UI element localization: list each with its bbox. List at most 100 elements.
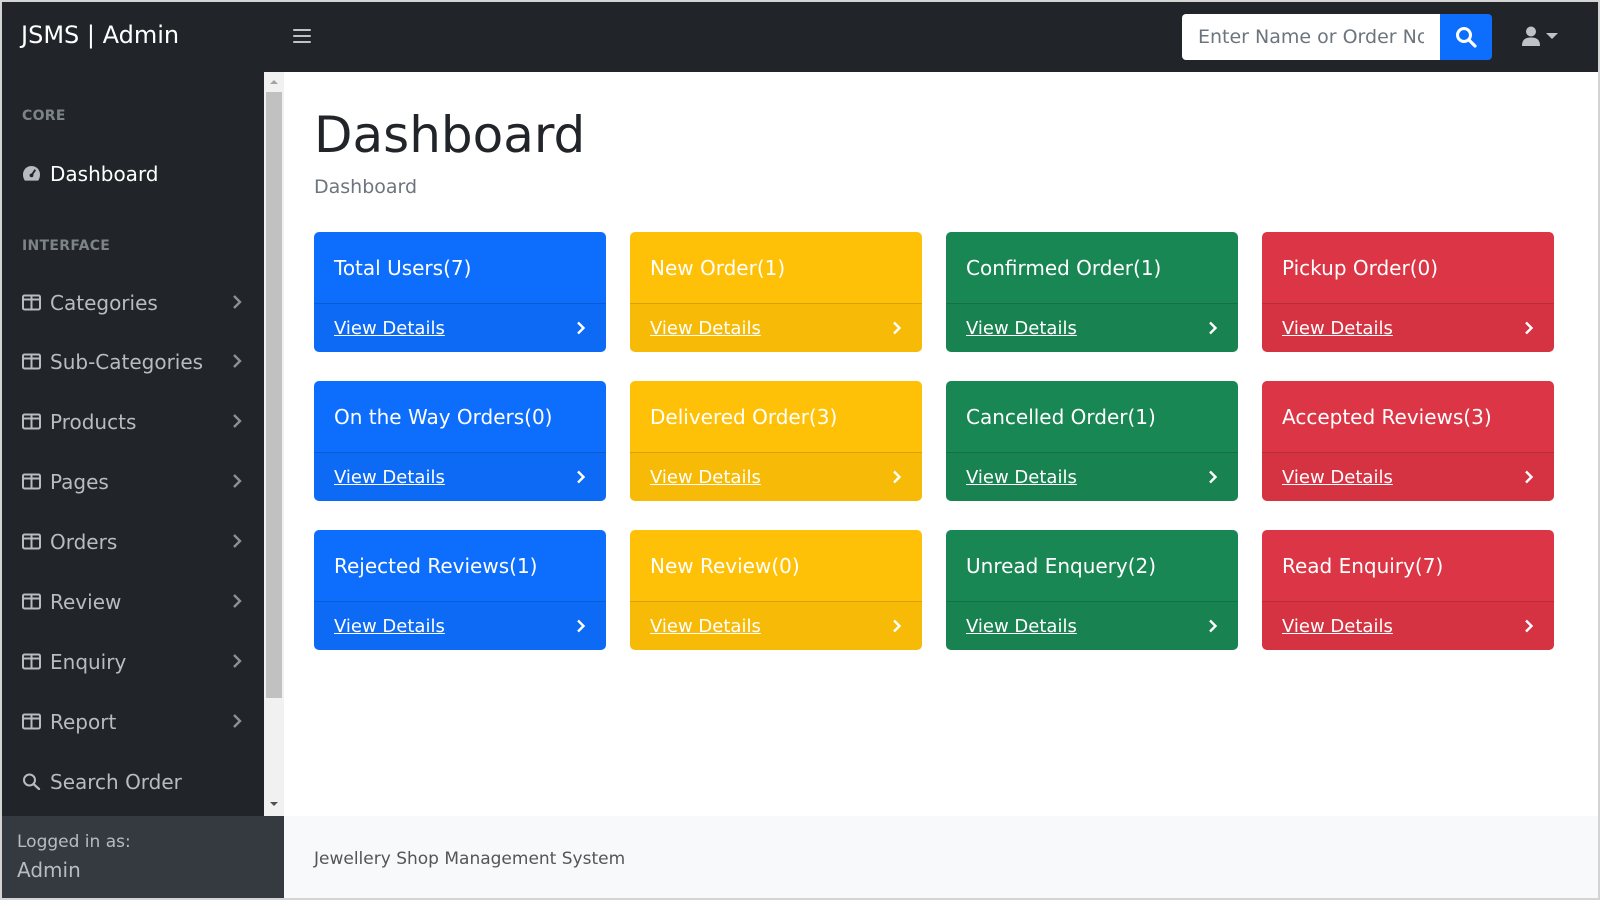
- angle-right-icon[interactable]: [1524, 321, 1534, 335]
- card-new-order: New Order(1) View Details: [630, 232, 922, 352]
- card-title: Accepted Reviews(3): [1282, 404, 1492, 429]
- top-navbar: JSMS | Admin: [2, 2, 1598, 72]
- angle-right-icon[interactable]: [1524, 470, 1534, 484]
- scrollbar-thumb[interactable]: [266, 92, 282, 698]
- view-details-link[interactable]: View Details: [1282, 467, 1393, 488]
- sidebar-scrollbar[interactable]: [264, 72, 284, 816]
- tachometer-icon: [23, 165, 40, 181]
- card-unread-enquery: Unread Enquery(2) View Details: [946, 530, 1238, 650]
- search-input[interactable]: [1182, 14, 1440, 60]
- breadcrumb: Dashboard: [314, 176, 418, 198]
- sidebar-item-enquiry[interactable]: Enquiry: [2, 640, 264, 684]
- sidebar-item-label: Dashboard: [50, 162, 159, 186]
- footer-text: Jewellery Shop Management System: [314, 849, 626, 869]
- card-title: Total Users(7): [334, 255, 472, 280]
- scroll-down-arrow-icon[interactable]: [268, 798, 280, 810]
- sidebar-item-label: Search Order: [50, 770, 182, 794]
- view-details-link[interactable]: View Details: [966, 467, 1077, 488]
- page-footer: Jewellery Shop Management System: [284, 816, 1598, 898]
- view-details-link[interactable]: View Details: [966, 318, 1077, 339]
- view-details-link[interactable]: View Details: [650, 467, 761, 488]
- sidebar-item-search-order[interactable]: Search Order: [2, 760, 264, 804]
- card-title: Pickup Order(0): [1282, 255, 1439, 280]
- sidebar-item-label: Report: [50, 710, 117, 734]
- chevron-right-icon: [233, 474, 242, 488]
- angle-right-icon[interactable]: [892, 470, 902, 484]
- sidebar-item-pages[interactable]: Pages: [2, 460, 264, 504]
- search-icon: [1456, 27, 1477, 48]
- scroll-up-arrow-icon[interactable]: [268, 76, 280, 88]
- sidebar-item-label: Pages: [50, 470, 109, 494]
- sidebar-item-report[interactable]: Report: [2, 700, 264, 744]
- app-window: JSMS | Admin CORE: [0, 0, 1600, 900]
- card-new-review: New Review(0) View Details: [630, 530, 922, 650]
- angle-right-icon[interactable]: [1208, 619, 1218, 633]
- chevron-right-icon: [233, 534, 242, 548]
- sidebar-footer: Logged in as: Admin: [2, 816, 284, 898]
- sidebar-item-label: Orders: [50, 530, 118, 554]
- view-details-link[interactable]: View Details: [334, 318, 445, 339]
- sidebar-item-label: Review: [50, 590, 122, 614]
- columns-icon: [22, 353, 41, 370]
- user-dropdown-button[interactable]: [1522, 26, 1558, 46]
- angle-right-icon[interactable]: [892, 321, 902, 335]
- brand-title[interactable]: JSMS | Admin: [21, 21, 179, 49]
- card-title: New Review(0): [650, 553, 800, 578]
- columns-icon: [22, 533, 41, 550]
- chevron-right-icon: [233, 714, 242, 728]
- logged-in-label: Logged in as:: [17, 832, 131, 852]
- angle-right-icon[interactable]: [576, 470, 586, 484]
- order-search-form: [1182, 14, 1492, 60]
- card-title: Confirmed Order(1): [966, 255, 1162, 280]
- card-confirmed-order: Confirmed Order(1) View Details: [946, 232, 1238, 352]
- card-on-the-way-orders: On the Way Orders(0) View Details: [314, 381, 606, 501]
- angle-right-icon[interactable]: [1208, 470, 1218, 484]
- search-icon: [23, 773, 41, 790]
- angle-right-icon[interactable]: [576, 321, 586, 335]
- sidebar-item-sub-categories[interactable]: Sub-Categories: [2, 340, 264, 384]
- sidebar-item-dashboard[interactable]: Dashboard: [2, 152, 264, 196]
- view-details-link[interactable]: View Details: [650, 616, 761, 637]
- card-rejected-reviews: Rejected Reviews(1) View Details: [314, 530, 606, 650]
- card-title: Delivered Order(3): [650, 404, 838, 429]
- view-details-link[interactable]: View Details: [1282, 318, 1393, 339]
- caret-down-icon: [1546, 33, 1558, 39]
- angle-right-icon[interactable]: [1524, 619, 1534, 633]
- card-title: Cancelled Order(1): [966, 404, 1156, 429]
- sidebar-item-review[interactable]: Review: [2, 580, 264, 624]
- sidebar-toggle-button[interactable]: [292, 25, 312, 49]
- card-delivered-order: Delivered Order(3) View Details: [630, 381, 922, 501]
- sidebar-item-orders[interactable]: Orders: [2, 520, 264, 564]
- sidebar-item-products[interactable]: Products: [2, 400, 264, 444]
- card-title: On the Way Orders(0): [334, 404, 553, 429]
- view-details-link[interactable]: View Details: [1282, 616, 1393, 637]
- view-details-link[interactable]: View Details: [966, 616, 1077, 637]
- chevron-right-icon: [233, 354, 242, 368]
- chevron-right-icon: [233, 295, 242, 309]
- columns-icon: [22, 413, 41, 430]
- angle-right-icon[interactable]: [892, 619, 902, 633]
- columns-icon: [22, 653, 41, 670]
- card-pickup-order: Pickup Order(0) View Details: [1262, 232, 1554, 352]
- angle-right-icon[interactable]: [576, 619, 586, 633]
- columns-icon: [22, 294, 41, 311]
- card-read-enquiry: Read Enquiry(7) View Details: [1262, 530, 1554, 650]
- search-button[interactable]: [1440, 14, 1492, 60]
- card-total-users: Total Users(7) View Details: [314, 232, 606, 352]
- view-details-link[interactable]: View Details: [334, 467, 445, 488]
- sidebar-item-label: Enquiry: [50, 650, 127, 674]
- sidebar: CORE Dashboard INTERFACE Categories Sub-…: [2, 72, 264, 816]
- sidebar-heading-core: CORE: [22, 108, 66, 124]
- page-title: Dashboard: [314, 106, 586, 164]
- columns-icon: [22, 593, 41, 610]
- columns-icon: [22, 713, 41, 730]
- logged-in-user: Admin: [17, 858, 81, 882]
- angle-right-icon[interactable]: [1208, 321, 1218, 335]
- sidebar-item-label: Sub-Categories: [50, 350, 204, 374]
- card-title: Rejected Reviews(1): [334, 553, 538, 578]
- card-title: New Order(1): [650, 255, 786, 280]
- view-details-link[interactable]: View Details: [334, 616, 445, 637]
- sidebar-item-categories[interactable]: Categories: [2, 281, 264, 325]
- sidebar-item-label: Products: [50, 410, 137, 434]
- view-details-link[interactable]: View Details: [650, 318, 761, 339]
